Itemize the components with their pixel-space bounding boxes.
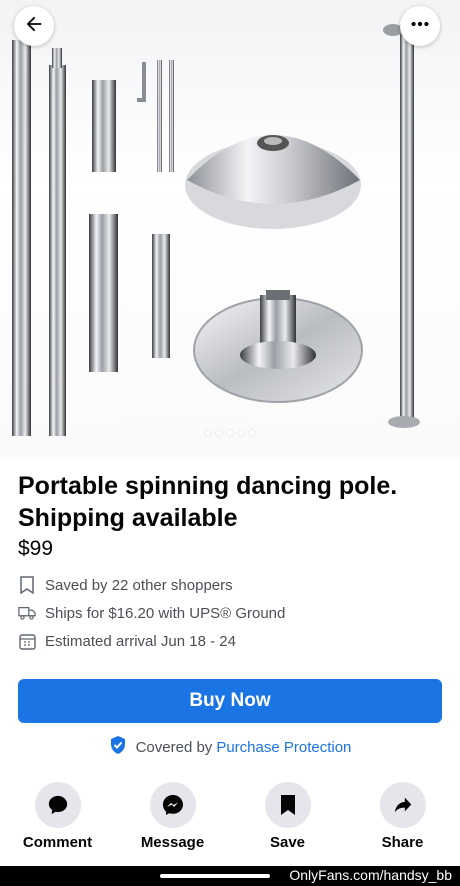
system-bottom-bar: OnlyFans.com/handsy_bb [0,866,460,886]
saved-count-row: Saved by 22 other shoppers [18,574,233,596]
product-photo[interactable] [0,0,460,457]
back-button[interactable] [14,6,54,46]
comment-label: Comment [22,834,93,851]
listing-title: Portable spinning dancing pole. Shipping… [18,472,398,532]
photo-pagination [0,430,460,436]
pagination-dot[interactable] [249,430,255,436]
shipping-text: Ships for $16.20 with UPS® Ground [45,604,286,622]
dance-pole-kit-image [12,24,420,436]
listing-actions: Comment Message Save Share [0,782,460,851]
arrow-left-icon [23,13,45,40]
pagination-dot[interactable] [205,430,211,436]
bookmark-icon [264,782,311,828]
buy-now-button[interactable]: Buy Now [18,679,442,723]
arrival-text: Estimated arrival Jun 18 - 24 [45,632,236,650]
pagination-dot[interactable] [238,430,244,436]
truck-icon [18,604,36,622]
calendar-icon [18,632,36,650]
watermark-text: OnlyFans.com/handsy_bb [289,867,452,883]
comment-icon [34,782,81,828]
pagination-dot[interactable] [227,430,233,436]
ellipsis-icon [409,13,431,40]
saved-count-text: Saved by 22 other shoppers [45,576,233,594]
shipping-row: Ships for $16.20 with UPS® Ground [18,602,285,624]
share-label: Share [381,834,424,851]
arrival-row: Estimated arrival Jun 18 - 24 [18,630,236,652]
share-button[interactable]: Share [345,782,460,851]
purchase-protection-row: Covered by Purchase Protection [0,735,460,759]
protection-prefix: Covered by [135,738,213,756]
save-label: Save [269,834,306,851]
purchase-protection-link[interactable]: Purchase Protection [216,739,351,756]
message-button[interactable]: Message [115,782,230,851]
messenger-icon [149,782,196,828]
save-button[interactable]: Save [230,782,345,851]
message-label: Message [140,834,205,851]
listing-price: $99 [18,537,54,560]
home-indicator[interactable] [160,874,270,878]
comment-button[interactable]: Comment [0,782,115,851]
more-options-button[interactable] [400,6,440,46]
pagination-dot[interactable] [216,430,222,436]
shield-check-icon [109,735,127,759]
share-icon [379,782,426,828]
bookmark-outline-icon [18,576,36,594]
